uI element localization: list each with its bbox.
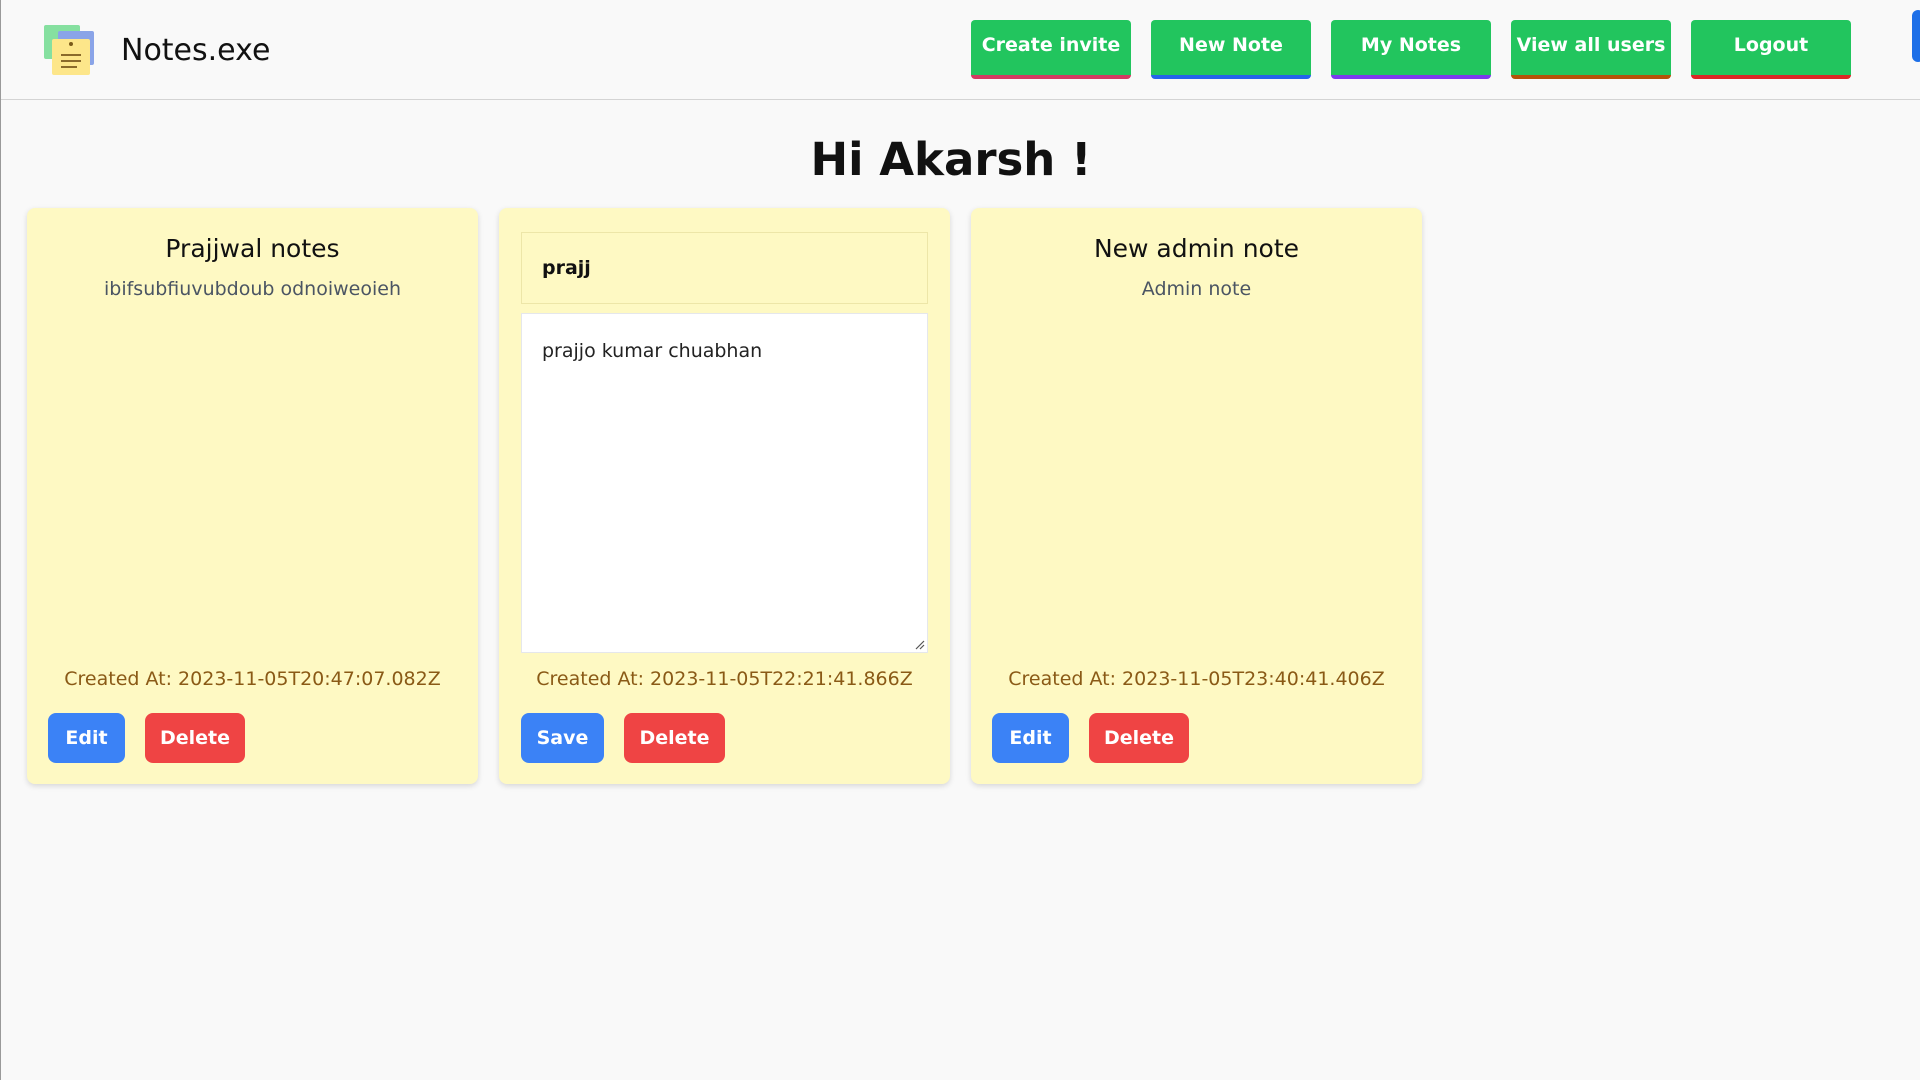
note-body: ibifsubfiuvubdoub odnoiweoieh — [104, 278, 401, 300]
delete-button[interactable]: Delete — [624, 713, 725, 763]
note-created-at: Created At: 2023-11-05T20:47:07.082Z — [64, 668, 441, 690]
my-notes-button[interactable]: My Notes — [1331, 20, 1491, 79]
sticky-notes-icon — [44, 25, 94, 75]
edge-tab[interactable] — [1912, 10, 1920, 62]
logout-button[interactable]: Logout — [1691, 20, 1851, 79]
edit-button[interactable]: Edit — [992, 713, 1069, 763]
new-note-button[interactable]: New Note — [1151, 20, 1311, 79]
note-body-textarea[interactable]: prajjo kumar chuabhan — [521, 313, 928, 653]
view-all-users-button[interactable]: View all users — [1511, 20, 1671, 79]
note-body: Admin note — [1141, 278, 1252, 300]
edit-button[interactable]: Edit — [48, 713, 125, 763]
top-navigation-bar: Notes.exe Create invite New Note My Note… — [1, 0, 1920, 100]
note-card: New admin note Admin note Created At: 20… — [971, 208, 1422, 784]
save-button[interactable]: Save — [521, 713, 604, 763]
note-title: New admin note — [1093, 234, 1300, 263]
resize-grip-icon[interactable] — [913, 638, 925, 650]
note-card-editing: prajjo kumar chuabhan Created At: 2023-1… — [499, 208, 950, 784]
note-created-at: Created At: 2023-11-05T23:40:41.406Z — [1008, 668, 1385, 690]
note-created-at: Created At: 2023-11-05T22:21:41.866Z — [536, 668, 913, 690]
note-title-input[interactable] — [521, 232, 928, 304]
create-invite-button[interactable]: Create invite — [971, 20, 1131, 79]
note-title: Prajjwal notes — [165, 234, 340, 263]
delete-button[interactable]: Delete — [1089, 713, 1189, 763]
note-card: Prajjwal notes ibifsubfiuvubdoub odnoiwe… — [27, 208, 478, 784]
app-title: Notes.exe — [121, 33, 271, 68]
delete-button[interactable]: Delete — [145, 713, 245, 763]
greeting-heading: Hi Akarsh ! — [810, 133, 1092, 186]
